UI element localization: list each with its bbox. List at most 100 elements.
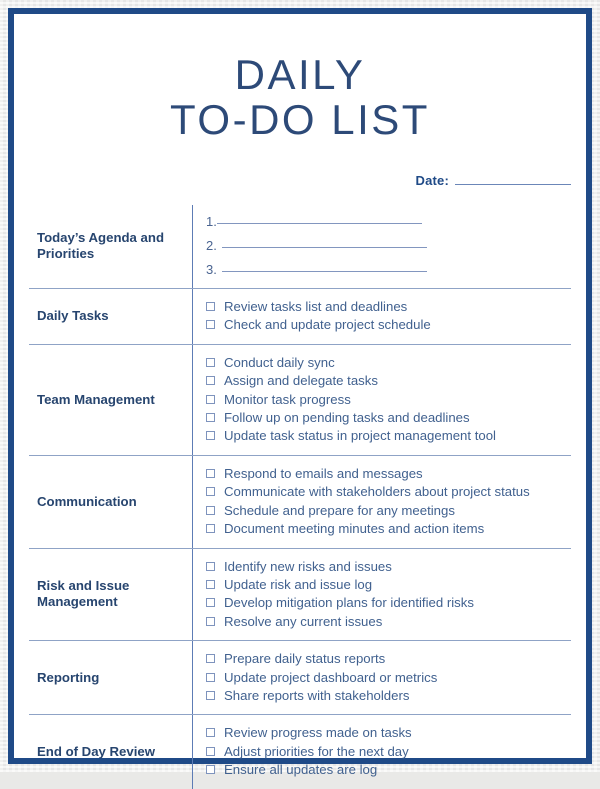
title-line-daily: DAILY — [234, 51, 366, 98]
checkbox-icon[interactable] — [206, 672, 215, 682]
checkbox-icon[interactable] — [206, 691, 215, 701]
checkbox-icon[interactable] — [206, 468, 215, 478]
list-item[interactable]: Prepare daily status reports — [206, 650, 571, 667]
list-item[interactable]: Develop mitigation plans for identified … — [206, 594, 571, 611]
checklist-item-label: Update project dashboard or metrics — [224, 669, 438, 685]
date-label: Date: — [415, 172, 449, 188]
agenda-number: 1. — [206, 213, 217, 229]
agenda-number: 3. — [206, 261, 217, 277]
section-content-cell: Prepare daily status reports Update proje… — [192, 641, 571, 715]
checklist-item-label: Adjust priorities for the next day — [224, 743, 409, 759]
section-content-cell: Identify new risks and issues Update risk… — [192, 548, 571, 641]
agenda-line[interactable]: 1. — [206, 214, 571, 229]
list-item[interactable]: Monitor task progress — [206, 391, 571, 408]
title-line-todo-list: TO-DO LIST — [170, 95, 430, 143]
agenda-write-line[interactable] — [221, 246, 427, 248]
section-label-cell: Risk and Issue Management — [29, 549, 192, 641]
checkbox-icon[interactable] — [206, 579, 215, 589]
checklist-item-label: Document meeting minutes and action item… — [224, 521, 485, 537]
checkbox-icon[interactable] — [206, 376, 215, 386]
section-label: End of Day Review — [37, 744, 155, 760]
section-label: Team Management — [37, 391, 155, 407]
checklist-item-label: Resolve any current issues — [224, 613, 383, 629]
checkbox-icon[interactable] — [206, 728, 215, 738]
list-item[interactable]: Schedule and prepare for any meetings — [206, 502, 571, 519]
list-item[interactable]: Assign and delegate tasks — [206, 372, 571, 389]
checklist-item-label: Update task status in project management… — [224, 428, 496, 444]
date-input-line[interactable] — [455, 183, 571, 185]
checklist-item-label: Review progress made on tasks — [224, 725, 412, 741]
table-row: Communication Respond to emails and messa… — [29, 455, 571, 549]
checklist-item-label: Follow up on pending tasks and deadlines — [224, 409, 470, 425]
checkbox-icon[interactable] — [206, 765, 215, 775]
section-label: Risk and Issue Management — [37, 578, 130, 610]
checklist-item-label: Respond to emails and messages — [224, 465, 423, 481]
table-row: Risk and Issue Management Identify new ri… — [29, 548, 571, 642]
checkbox-icon[interactable] — [206, 561, 215, 571]
list-item[interactable]: Document meeting minutes and action item… — [206, 520, 571, 537]
checkbox-icon[interactable] — [206, 301, 215, 311]
checklist-item-label: Review tasks list and deadlines — [224, 298, 408, 314]
list-item[interactable]: Conduct daily sync — [206, 354, 571, 371]
checkbox-icon[interactable] — [206, 487, 215, 497]
checkbox-icon[interactable] — [206, 616, 215, 626]
list-item[interactable]: Share reports with stakeholders — [206, 687, 571, 704]
checkbox-icon[interactable] — [206, 654, 215, 664]
section-content-cell: Review progress made on tasks Adjust prio… — [192, 715, 571, 789]
section-label-cell: Today’s Agenda and Priorities — [29, 205, 192, 288]
checkbox-icon[interactable] — [206, 320, 215, 330]
list-item[interactable]: Resolve any current issues — [206, 613, 571, 630]
checkbox-icon[interactable] — [206, 394, 215, 404]
checklist-item-label: Prepare daily status reports — [224, 651, 386, 667]
agenda-number: 2. — [206, 237, 217, 253]
section-label-cell: Daily Tasks — [29, 289, 192, 344]
agenda-write-line[interactable] — [221, 270, 427, 272]
checkbox-icon[interactable] — [206, 524, 215, 534]
table-row: Reporting Prepare daily status reports Upd… — [29, 641, 571, 716]
list-item[interactable]: Update task status in project management… — [206, 427, 571, 444]
checkbox-icon[interactable] — [206, 431, 215, 441]
agenda-line[interactable]: 3. — [206, 262, 571, 277]
checkbox-icon[interactable] — [206, 357, 215, 367]
section-label: Reporting — [37, 669, 100, 685]
section-label-cell: Reporting — [29, 641, 192, 714]
section-label-cell: Team Management — [29, 345, 192, 455]
checklist-item-label: Monitor task progress — [224, 391, 351, 407]
list-item[interactable]: Communicate with stakeholders about proj… — [206, 483, 571, 500]
section-label: Daily Tasks — [37, 308, 109, 324]
list-item[interactable]: Respond to emails and messages — [206, 465, 571, 482]
section-content-cell: Conduct daily sync Assign and delegate ta… — [192, 344, 571, 455]
page-title: DAILY TO-DO LIST — [15, 15, 585, 143]
checklist-item-label: Assign and delegate tasks — [224, 373, 378, 389]
todo-table: Today’s Agenda and Priorities 1. 2. 3. Daily… — [15, 204, 585, 789]
section-label-cell: Communication — [29, 456, 192, 548]
list-item[interactable]: Update project dashboard or metrics — [206, 669, 571, 686]
section-label: Communication — [37, 493, 137, 509]
list-item[interactable]: Check and update project schedule — [206, 316, 571, 333]
checkbox-icon[interactable] — [206, 505, 215, 515]
section-label: Today’s Agenda and Priorities — [37, 230, 165, 262]
checklist-item-label: Develop mitigation plans for identified … — [224, 595, 474, 611]
agenda-write-line[interactable] — [216, 222, 422, 224]
checklist-item-label: Ensure all updates are log — [224, 762, 378, 778]
date-row: Date: — [15, 173, 585, 188]
agenda-line[interactable]: 2. — [206, 238, 571, 253]
checklist-item-label: Communicate with stakeholders about proj… — [224, 484, 530, 500]
table-row: Daily Tasks Review tasks list and deadlin… — [29, 288, 571, 345]
list-item[interactable]: Ensure all updates are log — [206, 761, 571, 778]
list-item[interactable]: Update risk and issue log — [206, 576, 571, 593]
section-content-cell: Respond to emails and messages Communicat… — [192, 455, 571, 548]
table-row: Today’s Agenda and Priorities 1. 2. 3. — [29, 204, 571, 289]
checklist-item-label: Identify new risks and issues — [224, 558, 392, 574]
table-row: Team Management Conduct daily sync Assign … — [29, 344, 571, 456]
list-item[interactable]: Review progress made on tasks — [206, 724, 571, 741]
list-item[interactable]: Follow up on pending tasks and deadlines — [206, 409, 571, 426]
table-row: End of Day Review Review progress made on… — [29, 715, 571, 789]
list-item[interactable]: Adjust priorities for the next day — [206, 743, 571, 760]
checkbox-icon[interactable] — [206, 412, 215, 422]
checkbox-icon[interactable] — [206, 746, 215, 756]
checklist-item-label: Check and update project schedule — [224, 317, 431, 333]
list-item[interactable]: Identify new risks and issues — [206, 558, 571, 575]
list-item[interactable]: Review tasks list and deadlines — [206, 298, 571, 315]
checkbox-icon[interactable] — [206, 598, 215, 608]
